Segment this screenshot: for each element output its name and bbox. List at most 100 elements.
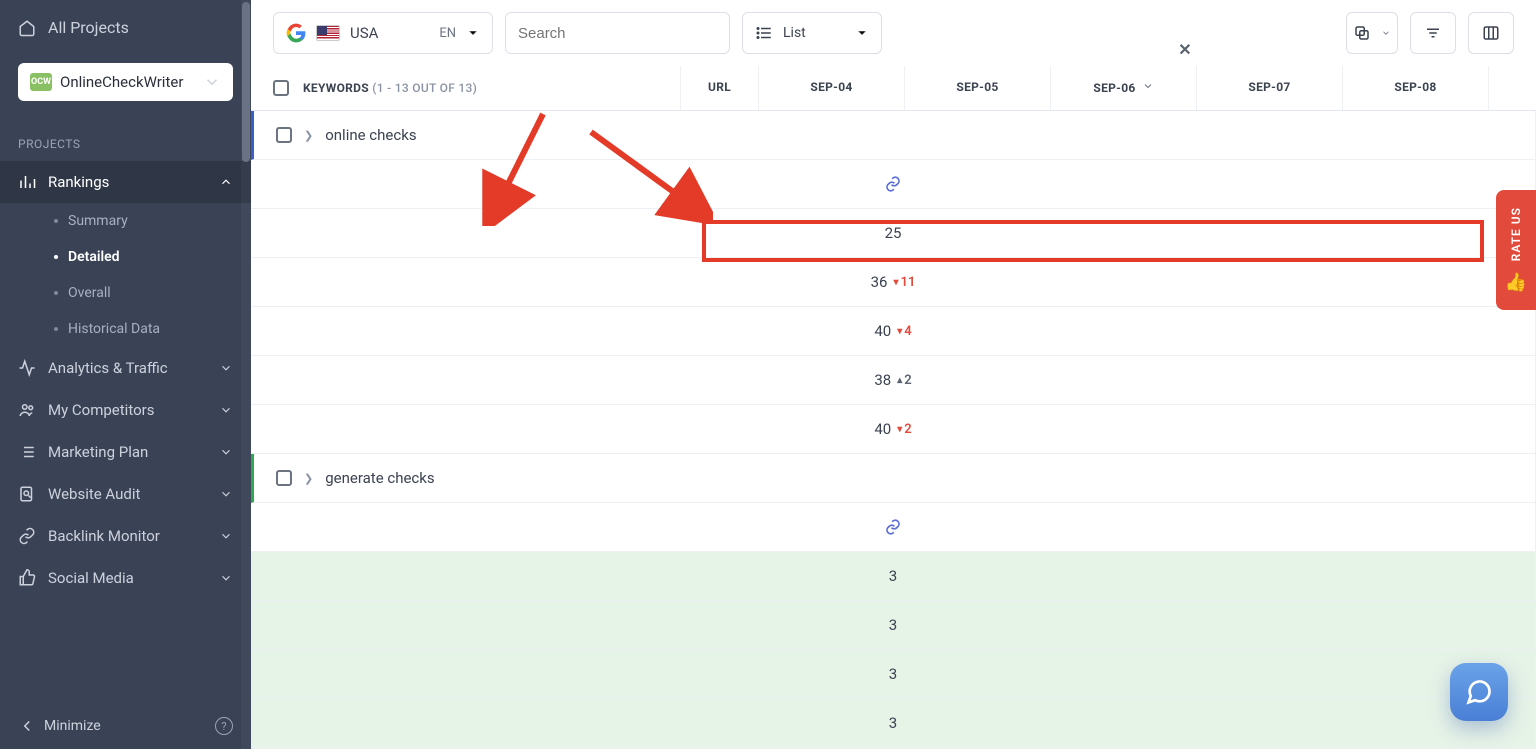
view-mode-selector[interactable]: List bbox=[742, 12, 882, 54]
all-projects-label: All Projects bbox=[48, 18, 129, 37]
url-cell[interactable] bbox=[251, 160, 1536, 209]
search-field[interactable] bbox=[505, 12, 730, 54]
rankings-table: KEYWORDS (1 - 13 OUT OF 13) URL SEP-04 S… bbox=[251, 66, 1536, 749]
sidebar-item-label: My Competitors bbox=[48, 401, 154, 419]
search-doc-icon bbox=[18, 485, 36, 503]
rank-value: 40 bbox=[874, 420, 891, 438]
project-selector[interactable]: OCW OnlineCheckWriter bbox=[18, 63, 233, 101]
home-icon bbox=[18, 19, 36, 37]
caret-down-icon: ▾ bbox=[897, 326, 902, 337]
rank-cell: 3 bbox=[251, 552, 1536, 601]
chevron-down-icon bbox=[219, 529, 233, 543]
columns-icon bbox=[1482, 24, 1500, 42]
arrow-left-icon[interactable] bbox=[18, 717, 36, 735]
sidebar-item-rankings[interactable]: Rankings bbox=[0, 161, 251, 203]
link-icon bbox=[18, 527, 36, 545]
country-selector[interactable]: USA EN bbox=[273, 12, 493, 54]
col-keywords[interactable]: KEYWORDS (1 - 13 OUT OF 13) bbox=[251, 66, 681, 110]
bars-icon bbox=[18, 173, 36, 191]
keyword-cell[interactable]: ❯ generate checks bbox=[251, 454, 1536, 503]
rank-cell: 3 bbox=[251, 601, 1536, 650]
sidebar-item-social-media[interactable]: Social Media bbox=[0, 557, 251, 599]
chevron-down-icon bbox=[1142, 80, 1154, 92]
rank-cell: 40 ▾2 bbox=[251, 405, 1536, 454]
col-date-SEP-04[interactable]: SEP-04 bbox=[759, 66, 905, 110]
keyword-cell[interactable]: ❯ online checks bbox=[251, 111, 1536, 160]
sidebar-item-label: Marketing Plan bbox=[48, 443, 148, 461]
sidebar-item-label: Backlink Monitor bbox=[48, 527, 160, 545]
all-projects-link[interactable]: All Projects bbox=[18, 18, 233, 37]
rank-value: 36 bbox=[871, 273, 888, 291]
caret-down-icon bbox=[1381, 28, 1391, 38]
chevron-up-icon bbox=[219, 175, 233, 189]
chevron-down-icon bbox=[466, 26, 480, 40]
sidebar-item-backlink-monitor[interactable]: Backlink Monitor bbox=[0, 515, 251, 557]
select-all-checkbox[interactable] bbox=[273, 80, 289, 96]
chevron-down-icon bbox=[219, 487, 233, 501]
project-name: OnlineCheckWriter bbox=[60, 73, 195, 91]
col-date-SEP-08[interactable]: SEP-08 bbox=[1343, 66, 1489, 110]
col-url[interactable]: URL bbox=[681, 66, 759, 110]
row-checkbox[interactable] bbox=[276, 470, 292, 486]
rank-value: 25 bbox=[885, 224, 902, 242]
caret-up-icon: ▴ bbox=[897, 375, 902, 386]
sidebar-subitem-overall[interactable]: Overall bbox=[38, 275, 251, 311]
chevron-down-icon bbox=[219, 403, 233, 417]
copy-button[interactable] bbox=[1346, 12, 1398, 54]
sidebar-item-my-competitors[interactable]: My Competitors bbox=[0, 389, 251, 431]
sidebar-scrollbar[interactable] bbox=[241, 0, 251, 749]
col-date-SEP-05[interactable]: SEP-05 bbox=[905, 66, 1051, 110]
rank-value: 3 bbox=[889, 567, 897, 585]
rank-cell: 3 bbox=[251, 650, 1536, 699]
rank-value: 3 bbox=[889, 616, 897, 634]
rank-cell: 3 bbox=[251, 699, 1536, 748]
col-date-SEP-06[interactable]: ✕ SEP-06 bbox=[1051, 66, 1197, 110]
caret-down-icon: ▾ bbox=[893, 277, 898, 288]
thumbs-up-icon: 👍 bbox=[1505, 272, 1527, 293]
rank-cell: 40▾4 bbox=[251, 307, 1536, 356]
rank-delta: ▴2 bbox=[897, 373, 911, 388]
row-checkbox[interactable] bbox=[276, 127, 292, 143]
url-cell[interactable] bbox=[251, 503, 1536, 552]
expand-caret-icon[interactable]: ❯ bbox=[304, 129, 313, 142]
sidebar-subitem-summary[interactable]: Summary bbox=[38, 203, 251, 239]
sidebar-item-website-audit[interactable]: Website Audit bbox=[0, 473, 251, 515]
chat-icon bbox=[1465, 678, 1493, 706]
sidebar-subitem-detailed[interactable]: Detailed bbox=[38, 239, 251, 275]
chat-button[interactable] bbox=[1450, 663, 1508, 721]
col-date-SEP-07[interactable]: SEP-07 bbox=[1197, 66, 1343, 110]
search-input[interactable] bbox=[518, 25, 717, 42]
expand-caret-icon[interactable]: ❯ bbox=[304, 472, 313, 485]
rank-delta: ▾2 bbox=[897, 422, 911, 437]
sidebar-item-label: Social Media bbox=[48, 569, 134, 587]
list-icon bbox=[755, 24, 773, 42]
main-panel: USA EN List bbox=[251, 0, 1536, 749]
thumb-icon bbox=[18, 569, 36, 587]
dot-icon bbox=[54, 255, 58, 259]
sidebar-subitem-label: Overall bbox=[68, 285, 111, 301]
rate-us-tab[interactable]: RATE US 👍 bbox=[1496, 190, 1536, 310]
chevron-down-icon bbox=[219, 445, 233, 459]
country-label: USA bbox=[350, 24, 429, 42]
dot-icon bbox=[54, 219, 58, 223]
sidebar-scrollbar-thumb[interactable] bbox=[242, 2, 250, 162]
rank-cell: 36▾11 bbox=[251, 258, 1536, 307]
dot-icon bbox=[54, 291, 58, 295]
flag-usa-icon bbox=[316, 25, 340, 41]
keyword-text: online checks bbox=[325, 126, 416, 144]
users-icon bbox=[18, 401, 36, 419]
close-column-icon[interactable]: ✕ bbox=[1178, 40, 1192, 59]
sidebar-subitem-label: Historical Data bbox=[68, 321, 160, 337]
columns-button[interactable] bbox=[1468, 12, 1514, 54]
sidebar-subitem-historical-data[interactable]: Historical Data bbox=[38, 311, 251, 347]
rank-value: 40 bbox=[874, 322, 891, 340]
filter-button[interactable] bbox=[1410, 12, 1456, 54]
view-mode-label: List bbox=[783, 25, 806, 41]
sidebar-item-analytics-traffic[interactable]: Analytics & Traffic bbox=[0, 347, 251, 389]
rank-cell: 25 bbox=[251, 209, 1536, 258]
dot-icon bbox=[54, 327, 58, 331]
sidebar-item-marketing-plan[interactable]: Marketing Plan bbox=[0, 431, 251, 473]
minimize-label[interactable]: Minimize bbox=[44, 718, 101, 734]
help-icon[interactable]: ? bbox=[215, 717, 233, 735]
activity-icon bbox=[18, 359, 36, 377]
